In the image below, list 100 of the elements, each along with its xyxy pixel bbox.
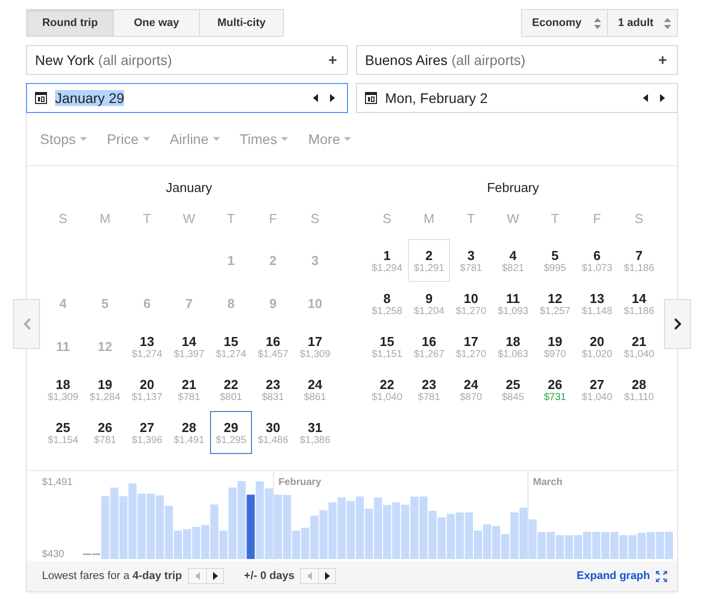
calendar-day[interactable]: 22 $801 [210,368,252,411]
fare-price: $1,274 [216,348,246,360]
day-number: 16 [266,334,280,348]
calendar-day[interactable]: 21 $781 [168,368,210,411]
destination-field[interactable]: Buenos Aires (all airports) + [356,45,678,75]
calendar-day[interactable]: 13 $1,274 [126,325,168,368]
day-number: 4 [59,296,67,311]
calendar-day[interactable]: 14 $1,397 [168,325,210,368]
calendar-day[interactable]: 28 $1,491 [168,411,210,454]
calendar-day[interactable]: 24 $870 [450,368,492,411]
day-number: 26 [98,420,112,434]
day-number: 10 [464,290,478,306]
chevron-left-icon [22,318,30,330]
day-number: 25 [56,420,70,434]
day-number: 13 [590,290,604,306]
calendar-day[interactable]: 16 $1,457 [252,325,294,368]
add-airport-button[interactable]: + [326,52,339,68]
fare-price: $781 [94,434,116,446]
calendar-day[interactable]: 23 $831 [252,368,294,411]
fare-price: $731 [544,392,566,402]
calendar-day[interactable]: 6 $1,073 [576,239,618,282]
add-airport-button[interactable]: + [656,52,669,68]
calendar-day[interactable]: 14 $1,186 [618,282,660,325]
calendar-day[interactable]: 26 $781 [84,411,126,454]
calendar-day[interactable]: 31 $1,386 [294,411,336,454]
calendar-day[interactable]: 9 $1,204 [408,282,450,325]
day-number: 14 [182,334,196,348]
calendar-day[interactable]: 7 $1,186 [618,239,660,282]
expand-graph-link[interactable]: Expand graph [576,570,650,582]
fare-price: $781 [418,392,440,402]
calendar-day[interactable]: 17 $1,309 [294,325,336,368]
day-number: 7 [635,248,643,262]
day-number: 13 [140,334,154,348]
calendar-day[interactable]: 20 $1,020 [576,325,618,368]
calendar-day[interactable]: 25 $1,154 [42,411,84,454]
trip-type-tab[interactable]: One way [113,9,200,37]
fare-price: $1,040 [372,392,402,402]
weekday-label: W [182,211,196,228]
weekday-label: S [634,211,644,228]
calendar-icon [35,92,47,104]
calendar-day[interactable]: 26 $731 [534,368,576,411]
calendar-day[interactable]: 23 $781 [408,368,450,411]
calendar-day[interactable]: 15 $1,274 [210,325,252,368]
fare-price: $821 [502,262,524,274]
calendar-day[interactable]: 18 $1,063 [492,325,534,368]
origin-field[interactable]: New York (all airports) + [26,45,348,75]
calendar-day[interactable]: 20 $1,137 [126,368,168,411]
weekday-label: T [466,211,476,228]
fare-price: $1,491 [174,434,204,446]
calendar-day[interactable]: 8 $1,258 [366,282,408,325]
trip-type-tab[interactable]: Multi-city [199,9,284,37]
calendar-day[interactable]: 22 $1,040 [366,368,408,411]
calendar-day[interactable]: 29 $1,295 [210,411,252,454]
day-number: 28 [182,420,196,434]
return-date-field[interactable]: Mon, February 2 [356,83,678,113]
calendar-day[interactable]: 12 $1,257 [534,282,576,325]
left-arrow-icon [195,572,200,580]
calendar-day[interactable]: 19 $970 [534,325,576,368]
passengers-select[interactable]: 1 adult [607,9,678,37]
cabin-select[interactable]: Economy [521,9,608,37]
day-number: 7 [185,296,193,311]
day-number: 11 [56,339,70,354]
calendar-day[interactable]: 30 $1,486 [252,411,294,454]
trip-type-tab[interactable]: Round trip [26,9,114,37]
weekday-label: M [98,211,112,228]
calendar-day[interactable]: 10 $1,270 [450,282,492,325]
calendar-day[interactable]: 4 $821 [492,239,534,282]
calendar-day[interactable]: 28 $1,110 [618,368,660,411]
fare-price: $1,294 [372,262,402,274]
fare-price: $1,073 [582,262,612,274]
calendar-day[interactable]: 13 $1,148 [576,282,618,325]
calendar-day[interactable]: 3 $781 [450,239,492,282]
day-number: 12 [548,290,562,306]
calendar-day[interactable]: 18 $1,309 [42,368,84,411]
fare-price: $1,270 [456,348,486,360]
month-title: January [164,180,214,195]
fare-price: $845 [502,392,524,402]
fare-price: $1,486 [258,434,288,446]
fare-price: $1,396 [132,434,162,446]
day-number: 17 [464,334,478,348]
date-text: Mon, February 2 [385,90,488,106]
calendar-day[interactable]: 19 $1,284 [84,368,126,411]
caret-icon [142,137,150,141]
calendar-day[interactable]: 11 $1,093 [492,282,534,325]
calendar-day[interactable]: 17 $1,270 [450,325,492,368]
calendar-day[interactable]: 21 $1,040 [618,325,660,368]
calendar-day[interactable]: 15 $1,151 [366,325,408,368]
departure-date-field[interactable]: January 29 [26,83,348,113]
fare-price: $1,186 [624,262,654,274]
calendar-day[interactable]: 16 $1,267 [408,325,450,368]
calendar-day[interactable]: 25 $845 [492,368,534,411]
calendar-day[interactable]: 27 $1,396 [126,411,168,454]
right-arrow-icon [660,94,665,102]
left-arrow-icon [313,94,318,102]
calendar-day[interactable]: 5 $995 [534,239,576,282]
calendar-day[interactable]: 24 $861 [294,368,336,411]
calendar-day[interactable]: 27 $1,040 [576,368,618,411]
calendar-day[interactable]: 2 $1,291 [408,239,450,282]
calendar-day[interactable]: 1 $1,294 [366,239,408,282]
date-text: January 29 [55,90,124,106]
